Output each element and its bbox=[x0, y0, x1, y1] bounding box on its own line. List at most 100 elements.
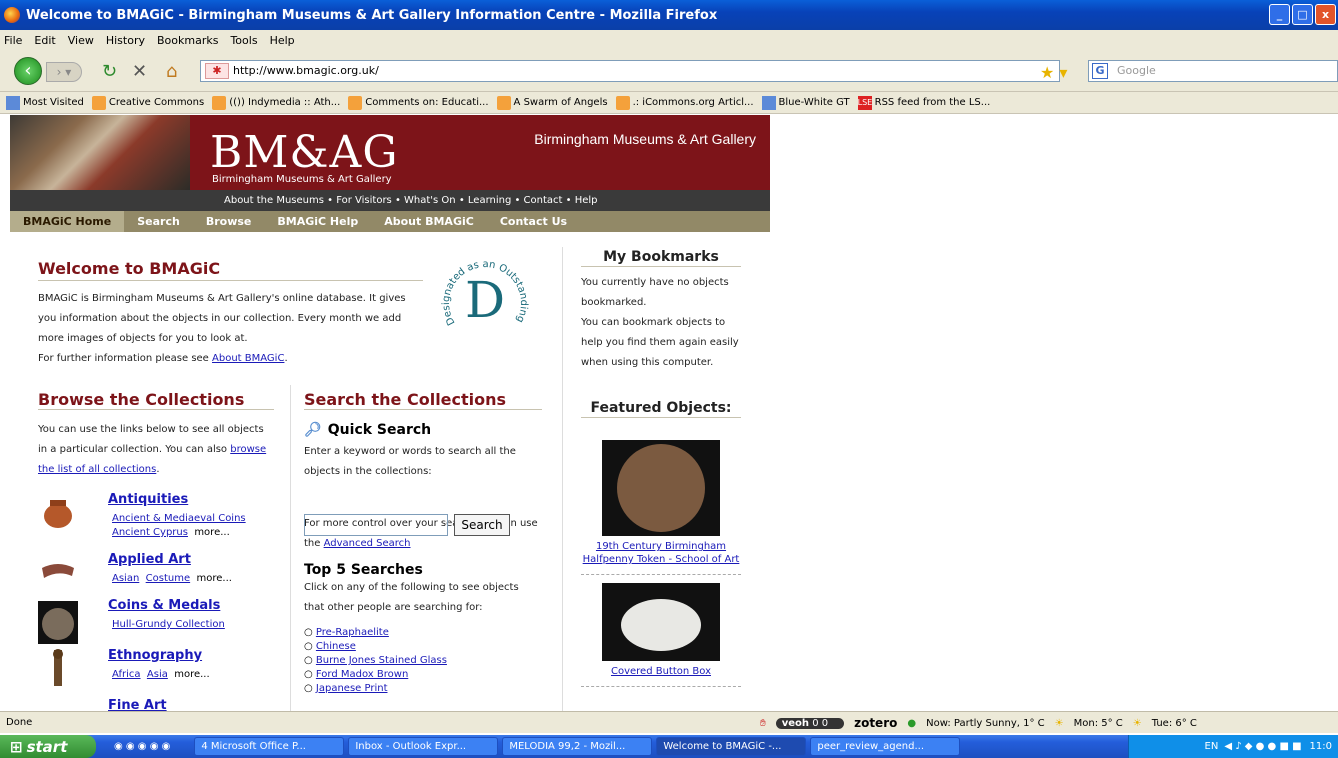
top-searches-text: Click on any of the following to see obj… bbox=[304, 582, 519, 613]
bookmark-creative-commons[interactable]: Creative Commons bbox=[91, 95, 204, 110]
menu-bookmarks[interactable]: Bookmarks bbox=[157, 34, 218, 47]
featured-button-box-link[interactable]: Covered Button Box bbox=[611, 666, 711, 677]
top-search-link[interactable]: Japanese Print bbox=[316, 683, 388, 694]
page-icon bbox=[6, 95, 20, 110]
menu-tools[interactable]: Tools bbox=[230, 34, 257, 47]
asia-link[interactable]: Asia bbox=[147, 669, 168, 680]
search-box[interactable]: G Google bbox=[1088, 60, 1338, 82]
nav-bmagic-help[interactable]: BMAGiC Help bbox=[264, 211, 371, 232]
taskbar-item-peer-review[interactable]: peer_review_agend... bbox=[810, 737, 961, 756]
nav-search[interactable]: Search bbox=[124, 211, 193, 232]
bookmark-comments[interactable]: Comments on: Educati... bbox=[348, 95, 489, 110]
quicklaunch-icons[interactable]: ◉ ◉ ◉ ◉ ◉ bbox=[114, 741, 170, 752]
top-search-link[interactable]: Chinese bbox=[316, 641, 356, 652]
featured-token-link[interactable]: 19th Century Birmingham Halfpenny Token … bbox=[583, 541, 740, 565]
veoh-widget[interactable]: veoh 0 0 bbox=[775, 717, 845, 729]
back-button[interactable]: ‹ bbox=[14, 57, 42, 85]
featured-title: Featured Objects: bbox=[581, 400, 741, 418]
about-bmagic-link[interactable]: About BMAGiC bbox=[212, 353, 284, 364]
menu-bar: File Edit View History Bookmarks Tools H… bbox=[0, 30, 1338, 50]
africa-link[interactable]: Africa bbox=[112, 669, 141, 680]
weather-tue[interactable]: Tue: 6° C bbox=[1152, 718, 1197, 729]
zotero-label[interactable]: zotero bbox=[854, 716, 897, 730]
welcome-section: Welcome to BMAGiC BMAGiC is Birmingham M… bbox=[38, 259, 423, 369]
search-button[interactable]: Search bbox=[454, 514, 510, 536]
nav-about-bmagic[interactable]: About BMAGiC bbox=[371, 211, 487, 232]
url-bar[interactable]: ✱ http://www.bmagic.org.uk/ bbox=[200, 60, 1060, 82]
costume-link[interactable]: Costume bbox=[146, 573, 190, 584]
close-button[interactable]: x bbox=[1315, 4, 1336, 25]
ancient-coins-link[interactable]: Ancient & Mediaeval Coins bbox=[112, 513, 246, 524]
antiquities-link[interactable]: Antiquities bbox=[108, 492, 188, 507]
bookmark-lse-rss[interactable]: LSE RSS feed from the LS... bbox=[857, 95, 990, 110]
asian-link[interactable]: Asian bbox=[112, 573, 139, 584]
sun-icon: ☀ bbox=[1132, 717, 1142, 729]
stop-icon[interactable]: ✕ bbox=[132, 61, 147, 82]
minimize-button[interactable]: _ bbox=[1269, 4, 1290, 25]
top-search-link[interactable]: Pre-Raphaelite bbox=[316, 627, 389, 638]
antiquities-more[interactable]: more... bbox=[194, 527, 229, 538]
magnifier-icon: 🔎︎ bbox=[304, 422, 322, 438]
banner-painting bbox=[10, 115, 190, 190]
taskbar-item-outlook[interactable]: Inbox - Outlook Expr... bbox=[348, 737, 499, 756]
forward-button[interactable]: › ▾ bbox=[46, 62, 82, 82]
bookmark-most-visited[interactable]: Most Visited bbox=[6, 95, 84, 110]
antiquities-thumbnail bbox=[44, 500, 72, 528]
rss-icon bbox=[496, 95, 511, 110]
fine-art-link[interactable]: Fine Art bbox=[108, 698, 167, 711]
hull-grundy-link[interactable]: Hull-Grundy Collection bbox=[112, 619, 225, 630]
nav-bmagic-home[interactable]: BMAGiC Home bbox=[10, 211, 125, 232]
nav-contact-us[interactable]: Contact Us bbox=[487, 211, 580, 232]
list-item: ○ Pre-Raphaelite bbox=[304, 627, 389, 638]
bookmark-star-icon[interactable]: ★ ▾ bbox=[1040, 63, 1067, 82]
bookmark-icommons[interactable]: .: iCommons.org Articl... bbox=[615, 95, 754, 110]
taskbar-item-bmagic[interactable]: Welcome to BMAGiC -... bbox=[656, 737, 807, 756]
quick-search-heading: 🔎︎ Quick Search bbox=[304, 422, 432, 438]
top-search-link[interactable]: Ford Madox Brown bbox=[316, 669, 408, 680]
applied-art-more[interactable]: more... bbox=[196, 573, 231, 584]
banner-title: Birmingham Museums & Art Gallery bbox=[534, 131, 756, 147]
weather-now[interactable]: Now: Partly Sunny, 1° C bbox=[926, 718, 1045, 729]
menu-view[interactable]: View bbox=[68, 34, 94, 47]
tray-icons[interactable]: ◀ ♪ ◆ ● ● ■ ■ bbox=[1224, 741, 1301, 752]
taskbar-item-melodia[interactable]: MELODIA 99,2 - Mozil... bbox=[502, 737, 653, 756]
site-logo[interactable]: BM&AG bbox=[210, 127, 398, 178]
reload-icon[interactable]: ↻ bbox=[102, 61, 117, 82]
advanced-search-link[interactable]: Advanced Search bbox=[324, 538, 411, 549]
button-box-image[interactable] bbox=[602, 583, 720, 661]
nav-browse[interactable]: Browse bbox=[193, 211, 265, 232]
menu-help[interactable]: Help bbox=[270, 34, 295, 47]
coins-medals-link[interactable]: Coins & Medals bbox=[108, 598, 220, 613]
menu-history[interactable]: History bbox=[106, 34, 145, 47]
seal-letter: D bbox=[465, 271, 505, 329]
bookmark-indymedia[interactable]: (()) Indymedia :: Ath... bbox=[212, 95, 340, 110]
site-subnav[interactable]: About the Museums • For Visitors • What'… bbox=[10, 190, 770, 211]
bookmark-blue-white-gt[interactable]: Blue-White GT bbox=[761, 95, 850, 110]
welcome-title: Welcome to BMAGiC bbox=[38, 259, 423, 281]
start-button[interactable]: ⊞ start bbox=[0, 735, 96, 758]
hand-icon[interactable]: ✋︎ bbox=[760, 718, 766, 729]
zotero-icon[interactable]: ● bbox=[907, 718, 916, 729]
top-searches-list: ○ Pre-Raphaelite ○ Chinese ○ Burne Jones… bbox=[304, 626, 542, 696]
ethnography-link[interactable]: Ethnography bbox=[108, 648, 202, 663]
applied-art-link[interactable]: Applied Art bbox=[108, 552, 191, 567]
list-item: ○ Burne Jones Stained Glass bbox=[304, 655, 447, 666]
status-text: Done bbox=[6, 717, 33, 728]
google-icon[interactable]: G bbox=[1092, 63, 1108, 79]
token-image[interactable] bbox=[602, 440, 720, 536]
taskbar-item-office[interactable]: 4 Microsoft Office P... bbox=[194, 737, 345, 756]
bookmark-swarm-of-angels[interactable]: A Swarm of Angels bbox=[496, 95, 608, 110]
menu-edit[interactable]: Edit bbox=[34, 34, 55, 47]
top-search-link[interactable]: Burne Jones Stained Glass bbox=[316, 655, 447, 666]
site-identity-icon[interactable]: ✱ bbox=[205, 63, 229, 79]
ethnography-thumbnail bbox=[53, 649, 63, 686]
maximize-button[interactable]: □ bbox=[1292, 4, 1313, 25]
menu-file[interactable]: File bbox=[4, 34, 22, 47]
language-indicator[interactable]: EN bbox=[1205, 741, 1219, 752]
ancient-cyprus-link[interactable]: Ancient Cyprus bbox=[112, 527, 188, 538]
quick-search-input[interactable] bbox=[304, 514, 448, 536]
ethnography-more[interactable]: more... bbox=[174, 669, 209, 680]
weather-mon[interactable]: Mon: 5° C bbox=[1074, 718, 1123, 729]
browse-title: Browse the Collections bbox=[38, 390, 274, 410]
home-icon[interactable]: ⌂ bbox=[166, 61, 177, 82]
